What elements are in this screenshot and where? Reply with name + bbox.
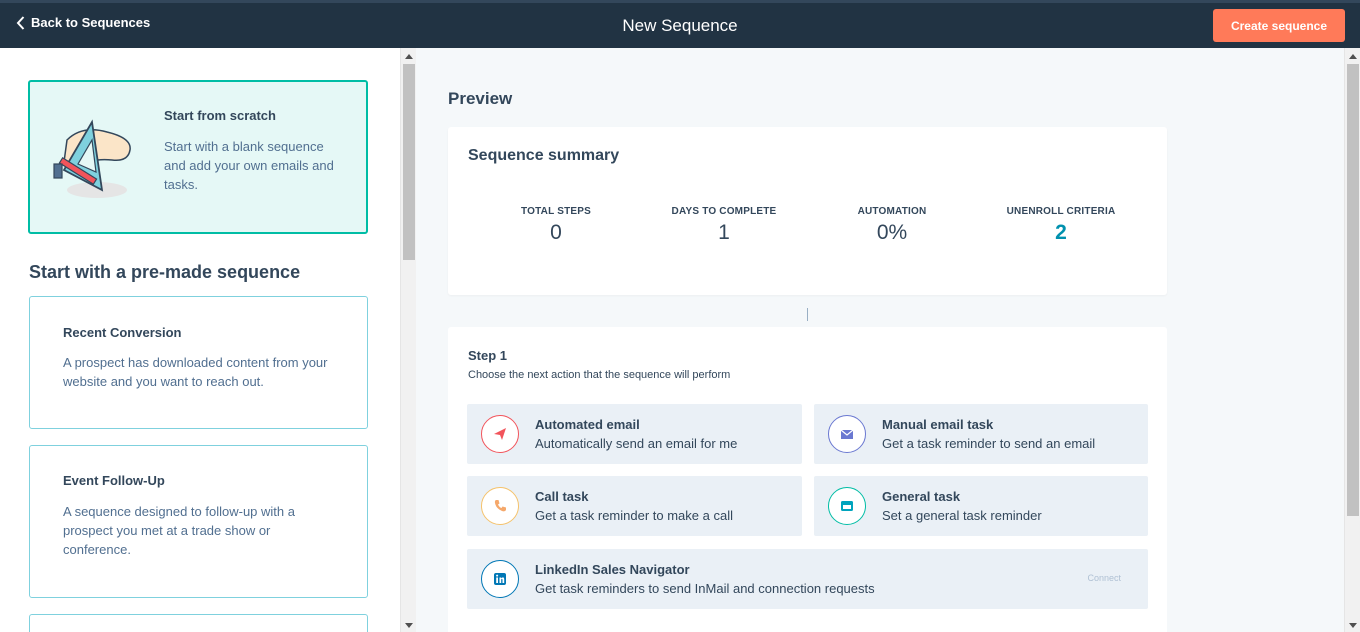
page-title: New Sequence — [622, 16, 738, 35]
action-heading: General task — [882, 489, 961, 504]
preview-panel: Preview Sequence summary TOTAL STEPS 0 D… — [417, 48, 1344, 632]
right-scrollbar[interactable] — [1344, 48, 1360, 632]
create-sequence-button[interactable]: Create sequence — [1213, 9, 1345, 42]
template-card-recent-conversion[interactable]: Recent Conversion A prospect has downloa… — [29, 296, 368, 429]
scrollbar-thumb[interactable] — [1347, 64, 1359, 516]
step-connector-line — [807, 308, 808, 321]
stat-value: 0% — [876, 221, 908, 244]
action-description: Set a general task reminder — [882, 508, 1042, 523]
scroll-up-arrow-icon[interactable] — [1349, 54, 1357, 59]
task-icon — [828, 487, 866, 525]
action-general-task[interactable]: General task Set a general task reminder — [814, 476, 1148, 536]
left-scrollbar[interactable] — [400, 48, 416, 632]
scratch-heading: Start from scratch — [164, 108, 276, 123]
stat-value: 0 — [550, 221, 562, 244]
unenroll-criteria-link[interactable]: 2 — [976, 221, 1146, 245]
stat-label: AUTOMATION — [857, 206, 927, 217]
start-from-scratch-card[interactable]: Start from scratch Start with a blank se… — [28, 80, 368, 234]
send-icon — [481, 415, 519, 453]
step-subheading: Choose the next action that the sequence… — [468, 369, 731, 381]
scroll-up-arrow-icon[interactable] — [405, 54, 413, 59]
step-heading: Step 1 — [468, 348, 508, 363]
template-card-description: A prospect has downloaded content from y… — [63, 355, 328, 389]
action-description: Get task reminders to send InMail and co… — [535, 581, 875, 596]
action-linkedin-sales-navigator[interactable]: LinkedIn Sales Navigator Get task remind… — [467, 549, 1148, 609]
top-bar: Back to Sequences New Sequence Create se… — [0, 0, 1360, 48]
step-1-card: Step 1 Choose the next action that the s… — [448, 327, 1167, 632]
phone-icon — [481, 487, 519, 525]
action-description: Get a task reminder to make a call — [535, 508, 733, 523]
template-card-heading: Event Follow-Up — [63, 473, 165, 488]
scroll-down-arrow-icon[interactable] — [405, 623, 413, 628]
stat-label: DAYS TO COMPLETE — [671, 206, 777, 217]
scrollbar-thumb[interactable] — [403, 64, 415, 260]
scratch-description: Start with a blank sequence and add your… — [164, 139, 334, 192]
scroll-down-arrow-icon[interactable] — [1349, 623, 1357, 628]
linkedin-icon — [481, 560, 519, 598]
template-card-event-follow-up[interactable]: Event Follow-Up A sequence designed to f… — [29, 445, 368, 598]
stat-automation: AUTOMATION 0% — [807, 206, 977, 245]
stat-total-steps: TOTAL STEPS 0 — [471, 206, 641, 245]
summary-heading: Sequence summary — [468, 147, 620, 164]
stat-value: 1 — [718, 221, 730, 244]
stat-label: UNENROLL CRITERIA — [1006, 206, 1116, 217]
template-card-heading: Recent Conversion — [63, 325, 182, 340]
action-description: Automatically send an email for me — [535, 436, 738, 451]
template-card-description: A sequence designed to follow-up with a … — [63, 504, 295, 557]
action-description: Get a task reminder to send an email — [882, 436, 1096, 451]
preview-title: Preview — [448, 89, 513, 108]
template-card-partial[interactable] — [29, 614, 368, 632]
drafting-tools-illustration-icon — [53, 119, 131, 198]
envelope-icon — [828, 415, 866, 453]
connect-link[interactable]: Connect — [1087, 573, 1121, 583]
stat-unenroll-criteria: UNENROLL CRITERIA 2 — [976, 206, 1146, 245]
action-heading: Automated email — [535, 417, 640, 432]
action-heading: LinkedIn Sales Navigator — [535, 562, 690, 577]
sequence-summary-card: Sequence summary TOTAL STEPS 0 DAYS TO C… — [448, 127, 1167, 295]
action-manual-email-task[interactable]: Manual email task Get a task reminder to… — [814, 404, 1148, 464]
premade-section-title: Start with a pre-made sequence — [29, 262, 301, 282]
action-heading: Manual email task — [882, 417, 994, 432]
action-call-task[interactable]: Call task Get a task reminder to make a … — [467, 476, 802, 536]
stat-days-to-complete: DAYS TO COMPLETE 1 — [639, 206, 809, 245]
stat-label: TOTAL STEPS — [521, 206, 591, 217]
template-panel: Start from scratch Start with a blank se… — [0, 48, 400, 632]
action-heading: Call task — [535, 489, 589, 504]
action-automated-email[interactable]: Automated email Automatically send an em… — [467, 404, 802, 464]
